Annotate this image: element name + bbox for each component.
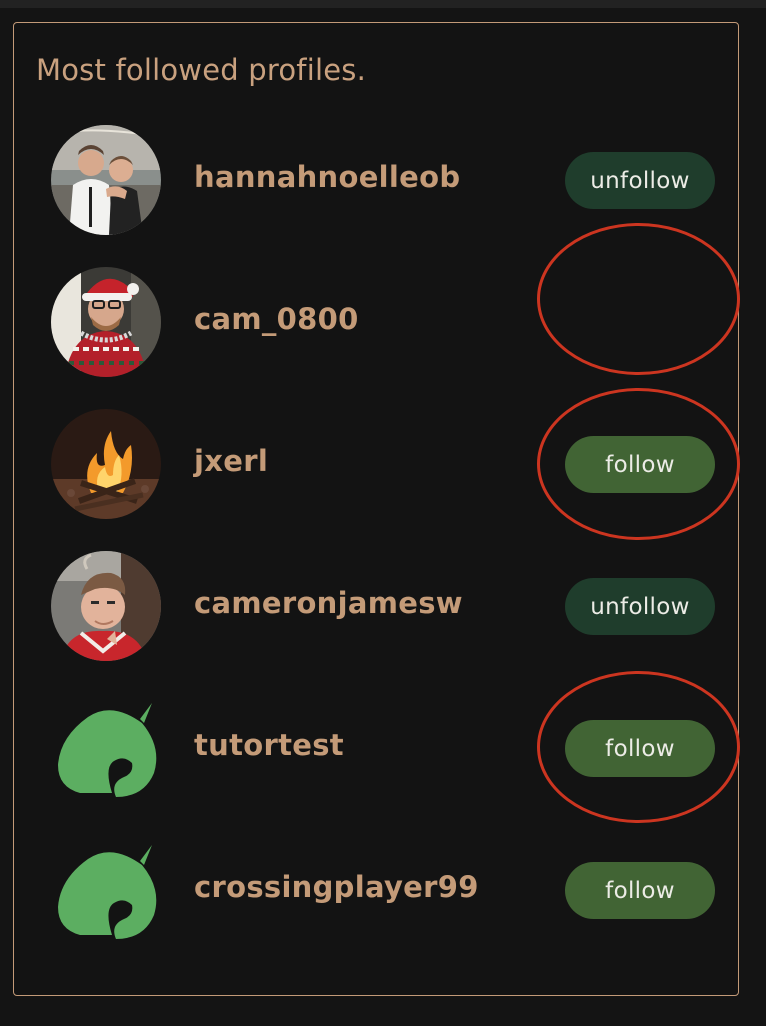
username[interactable]: hannahnoelleob: [194, 160, 460, 194]
profile-photo: [51, 551, 161, 661]
follow-button[interactable]: follow: [565, 720, 715, 777]
profile-row: jxerl follow: [14, 409, 740, 519]
leaf-icon[interactable]: [54, 835, 164, 945]
avatar[interactable]: [51, 551, 161, 661]
unfollow-button[interactable]: unfollow: [565, 152, 715, 209]
username[interactable]: crossingplayer99: [194, 870, 479, 904]
username[interactable]: cam_0800: [194, 302, 359, 336]
follow-button[interactable]: follow: [565, 436, 715, 493]
avatar[interactable]: [51, 267, 161, 377]
profile-row: cameronjamesw unfollow: [14, 551, 740, 661]
profile-row: tutortest follow: [14, 693, 740, 803]
leaf-icon[interactable]: [54, 693, 164, 803]
avatar[interactable]: [51, 125, 161, 235]
top-strip: [0, 0, 766, 8]
follow-button[interactable]: follow: [565, 862, 715, 919]
profile-row: hannahnoelleob unfollow: [14, 125, 740, 235]
profile-row: cam_0800: [14, 267, 740, 377]
most-followed-panel: Most followed profiles. hannahnoelleob u…: [13, 22, 739, 996]
profile-photo: [51, 267, 161, 377]
username[interactable]: cameronjamesw: [194, 586, 463, 620]
profile-photo: [51, 125, 161, 235]
username[interactable]: tutortest: [194, 728, 344, 762]
profile-row: crossingplayer99 follow: [14, 835, 740, 945]
unfollow-button[interactable]: unfollow: [565, 578, 715, 635]
username[interactable]: jxerl: [194, 444, 268, 478]
avatar[interactable]: [51, 409, 161, 519]
panel-title: Most followed profiles.: [36, 53, 366, 87]
profile-photo: [51, 409, 161, 519]
